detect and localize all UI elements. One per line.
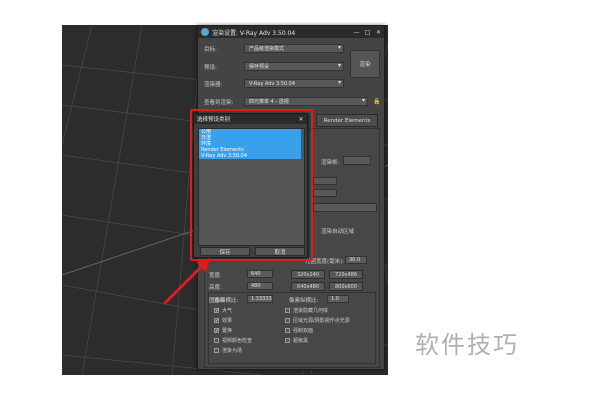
height-field[interactable]: 480 [247,282,273,290]
target-dropdown[interactable]: 产品级渲染模式 [244,44,344,53]
lock-icon[interactable]: 🔒 [373,98,380,105]
render-hidden-geometry-checkbox[interactable]: 渲染隐藏几何体 [285,307,328,314]
view-to-render-label: 查看到渲染: [204,99,234,106]
aperture-field[interactable]: 36.0 [345,256,367,264]
range-end-field[interactable] [313,189,337,197]
checkbox-icon [285,338,290,343]
preset-720x486-button[interactable]: 720x486 [329,270,363,279]
width-field[interactable]: 640 [247,270,273,278]
preset-dropdown[interactable]: 保存预设 [244,62,344,71]
minimize-button[interactable]: — [351,27,362,37]
file-number-base-field[interactable] [313,203,377,212]
atmospherics-checkbox[interactable]: ✓ 大气 [214,307,232,314]
dialog-close-button[interactable]: ✕ [295,116,307,123]
displacement-checkbox[interactable]: ✓ 置换 [214,327,232,334]
checkbox-icon: ✓ [214,318,220,324]
effects-checkbox[interactable]: ✓ 效果 [214,317,232,324]
frame-spinner[interactable] [343,156,371,165]
height-label: 高度: [209,285,222,291]
cancel-button[interactable]: 取消 [255,247,305,256]
view-to-render-dropdown[interactable]: 四元菜单 4 - 透视 [244,97,368,106]
watermark-text: 软件技巧 [394,304,540,380]
checkbox-icon: ✓ [214,308,220,314]
checkbox-icon [214,338,219,343]
render-to-fields-checkbox[interactable]: 渲染为场 [214,347,242,354]
options-group: 选项 ✓ 大气 渲染隐藏几何体 ✓ 效果 区域光源/阴影视作点光源 ✓ 置换 强制双面… [208,292,376,364]
preset-label: 预设: [204,64,217,71]
aperture-label: 光圈宽度(毫米): [305,259,345,265]
vray-logo-icon [201,28,209,36]
tab-render-elements[interactable]: Render Elements [316,114,378,127]
frame-label: 渲染帧: [321,160,340,166]
video-color-check-checkbox[interactable]: 视频颜色检查 [214,337,252,344]
checkbox-icon [285,318,290,323]
preset-800x600-button[interactable]: 800x600 [329,282,363,291]
checkbox-icon [214,348,219,353]
area-lights-as-points-checkbox[interactable]: 区域光源/阴影视作点光源 [285,317,350,324]
preset-category-list[interactable]: 公用 日渲 环境 Render Elements V-Ray Adv 3.50.… [198,128,305,246]
checkbox-icon [285,328,290,333]
super-black-checkbox[interactable]: 超级黑 [285,337,308,344]
options-title: 选项 [214,298,226,304]
save-button[interactable]: 保存 [200,247,250,256]
list-item[interactable]: V-Ray Adv 3.50.04 [199,153,301,159]
render-setup-title: 渲染设置: V-Ray Adv 3.50.04 [212,29,296,37]
checkbox-icon: ✓ [214,328,220,334]
range-start-field[interactable] [313,177,337,185]
renderer-label: 渲染器: [204,81,223,88]
render-setup-titlebar[interactable]: 渲染设置: V-Ray Adv 3.50.04 — □ ✕ [198,26,384,38]
auto-region-label: 渲染自动区域 [321,229,355,235]
maximize-button[interactable]: □ [362,27,373,37]
dialog-titlebar[interactable]: 选择预设类别 ✕ [194,114,307,124]
renderer-dropdown[interactable]: V-Ray Adv 3.50.04 [244,79,344,88]
force-2-sided-checkbox[interactable]: 强制双面 [285,327,313,334]
width-label: 宽度: [209,273,222,279]
close-button[interactable]: ✕ [373,27,384,37]
preset-320x240-button[interactable]: 320x240 [291,270,325,279]
render-button[interactable]: 渲染 [350,50,380,78]
target-label: 目标: [204,46,217,53]
preset-640x480-button[interactable]: 640x480 [291,282,325,291]
dialog-title: 选择预设类别 [197,117,231,123]
checkbox-icon [285,308,290,313]
select-preset-categories-dialog: 选择预设类别 ✕ 公用 日渲 环境 Render Elements V-Ray … [193,113,308,258]
